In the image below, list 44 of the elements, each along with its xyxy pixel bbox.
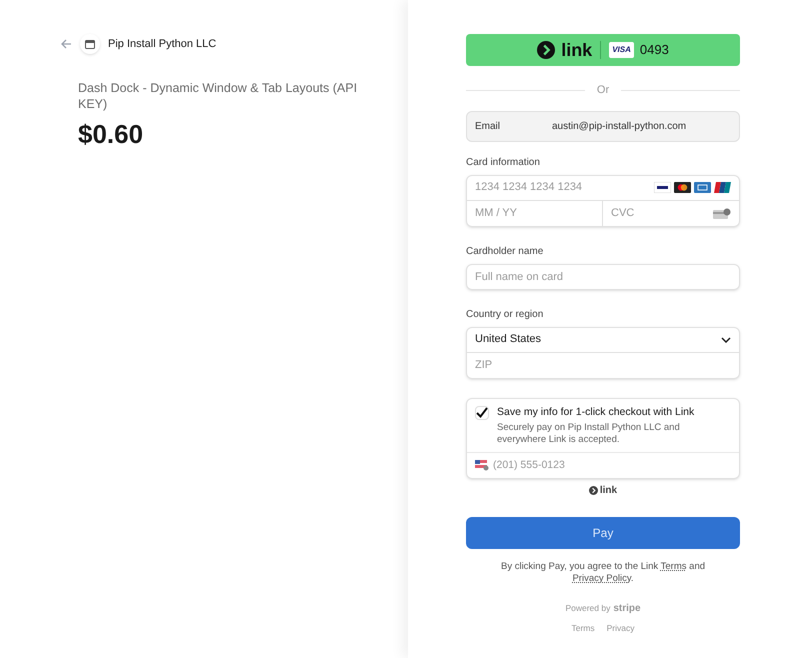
pay-button[interactable]: Pay — [466, 517, 740, 550]
zip-input[interactable]: ZIP — [466, 352, 740, 378]
unionpay-card-icon — [714, 182, 731, 193]
card-number-field[interactable]: 1234 1234 1234 1234 — [466, 174, 740, 200]
cvc-field[interactable]: CVC — [603, 200, 740, 226]
merchant-name: Pip Install Python LLC — [108, 36, 216, 52]
visa-logo: VISA — [609, 42, 634, 58]
store-icon — [85, 40, 95, 48]
checkmark-icon — [476, 407, 488, 418]
cardholder-input[interactable]: Full name on card — [466, 264, 740, 290]
agreement-link[interactable]: Privacy Policy — [572, 573, 631, 584]
country-value: United States — [475, 332, 542, 348]
save-info-description: Securely pay on Pip Install Python LLC and everywhere Link is accepted. — [497, 422, 681, 446]
save-info-checkbox[interactable] — [475, 406, 489, 420]
country-select[interactable]: United States — [466, 326, 740, 352]
email-label: Email — [475, 120, 502, 134]
save-info-title: Save my info for 1-click checkout with Link — [497, 404, 696, 420]
product-name: Dash Dock - Dynamic Window & Tab Layouts (API KEY) — [78, 80, 358, 112]
agreement-text: By clicking Pay, you agree to the Link Terms and Privacy Policy. — [500, 561, 706, 586]
phone-input[interactable]: (201) 555-0123 — [493, 458, 731, 474]
country-label: Country or region — [466, 308, 544, 322]
cardholder-label: Cardholder name — [466, 244, 544, 258]
chevron-down-icon — [721, 336, 731, 342]
us-flag-icon — [475, 460, 489, 472]
expiry-input[interactable]: MM / YY — [466, 200, 603, 226]
mastercard-icon — [674, 182, 691, 193]
card-number-input[interactable]: 1234 1234 1234 1234 — [475, 179, 654, 196]
powered-by-text: Powered by — [565, 602, 610, 615]
link-brand: link — [600, 484, 618, 498]
email-field[interactable]: Email austin@pip-install-python.com — [466, 110, 740, 142]
email-value: austin@pip-install-python.com — [552, 120, 686, 134]
agreement-link[interactable]: Terms — [660, 561, 687, 572]
stripe-logo: stripe — [613, 602, 641, 616]
phone-field[interactable]: (201) 555-0123 — [467, 453, 739, 478]
arrow-circle-icon — [537, 41, 556, 59]
link-pay-button[interactable]: link VISA 0493 — [466, 34, 740, 66]
arrow-circle-icon — [588, 486, 598, 496]
link-brand: link — [561, 41, 592, 59]
cvc-input[interactable]: CVC — [611, 204, 713, 222]
divider-text: Or — [596, 83, 610, 98]
cvc-card-icon — [713, 208, 731, 218]
card-info-label: Card information — [466, 156, 541, 170]
card-last4: 0493 — [640, 41, 669, 60]
product-price: $0.60 — [78, 118, 144, 151]
